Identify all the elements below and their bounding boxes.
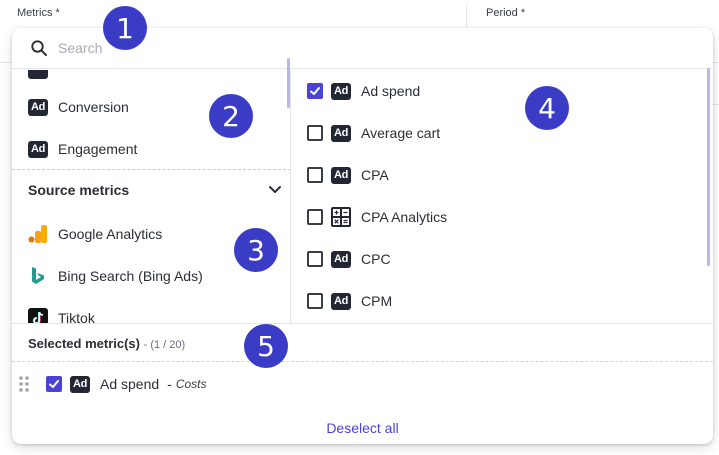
bing-icon [32,267,44,284]
selected-divider [12,361,713,362]
source-label: Tiktok [58,310,95,323]
metric-option-average-cart[interactable]: Ad Average cart [307,121,440,145]
separator: - [167,376,172,392]
search-icon [31,40,47,56]
checkbox[interactable] [307,293,323,309]
metric-label: Average cart [361,125,441,141]
metric-option-cpm[interactable]: Ad CPM [307,289,392,313]
chevron-down-icon[interactable] [268,185,282,195]
source-item-google-analytics[interactable]: Google Analytics [28,222,162,246]
checkmark-icon [49,380,59,388]
checkbox[interactable] [307,251,323,267]
metric-option-cpa[interactable]: Ad CPA [307,163,389,187]
tiktok-icon [28,308,48,323]
marker-2: 2 [209,94,253,138]
selected-metric-label: Ad spend [100,376,160,392]
metric-options-list[interactable]: Ad Ad spend Ad Average cart Ad CPA CPA A… [292,70,713,323]
checkbox-checked[interactable] [46,376,62,392]
checkbox[interactable] [307,167,323,183]
right-scrollbar[interactable] [707,68,710,266]
category-item-conversion[interactable]: Ad Conversion [28,95,129,119]
source-metrics-header[interactable]: Source metrics [28,179,282,201]
metric-option-cpc[interactable]: Ad CPC [307,247,391,271]
section-title: Source metrics [28,182,130,198]
ad-icon: Ad [331,250,351,268]
checkbox-checked[interactable] [307,83,323,99]
category-label: Engagement [58,141,138,157]
checkbox[interactable] [307,209,323,225]
selected-metrics-section: Selected metric(s) - (1 / 20) Ad Ad spen… [12,323,713,444]
metric-label: Ad spend [361,83,421,99]
selected-metric-category: Costs [175,377,207,391]
deselect-all-button[interactable]: Deselect all [12,420,713,436]
ad-icon: Ad [28,140,48,158]
source-label: Bing Search (Bing Ads) [58,268,203,284]
metric-label: CPA Analytics [361,209,448,225]
category-label: Conversion [58,99,129,115]
metrics-dropdown: Ad Conversion Ad Engagement Source metri… [12,28,713,444]
marker-3: 3 [234,228,278,272]
metric-label: CPC [361,251,391,267]
drag-handle-icon[interactable] [18,375,30,393]
background-rule [713,62,719,63]
ad-icon: Ad [331,166,351,184]
marker-4: 4 [525,86,569,130]
ad-icon: Ad [331,124,351,142]
metric-label: CPA [361,167,389,183]
ad-icon: Ad [331,292,351,310]
metric-option-cpa-analytics[interactable]: CPA Analytics [307,205,447,229]
background-rule [713,104,719,105]
selected-title: Selected metric(s) - (1 / 20) [28,336,185,351]
search-input[interactable] [58,37,678,59]
left-scrollbar[interactable] [287,58,290,108]
source-item-tiktok[interactable]: Tiktok [28,306,95,323]
checkmark-icon [310,87,320,95]
calculator-icon [331,207,351,227]
list-item[interactable] [28,70,58,82]
checkbox[interactable] [307,125,323,141]
field-divider [466,6,467,28]
google-analytics-icon [28,225,47,243]
background-rule [0,62,12,63]
selected-count: - (1 / 20) [143,339,186,351]
category-item-engagement[interactable]: Ad Engagement [28,137,137,161]
section-divider [12,169,290,170]
ad-icon: Ad [331,82,351,100]
ad-icon [28,70,48,79]
ad-icon: Ad [28,98,48,116]
marker-5: 5 [244,324,288,368]
period-label: Period * [486,7,526,19]
metric-option-ad-spend[interactable]: Ad Ad spend [307,79,420,103]
selected-title-text: Selected metric(s) [28,336,140,351]
selected-item-ad-spend[interactable]: Ad Ad spend - Costs [18,372,207,396]
marker-1: 1 [103,6,147,50]
source-label: Google Analytics [58,226,163,242]
metrics-label: Metrics * [17,7,60,19]
source-item-bing[interactable]: Bing Search (Bing Ads) [28,264,203,288]
metric-label: CPM [361,293,393,309]
ad-icon: Ad [70,375,90,393]
